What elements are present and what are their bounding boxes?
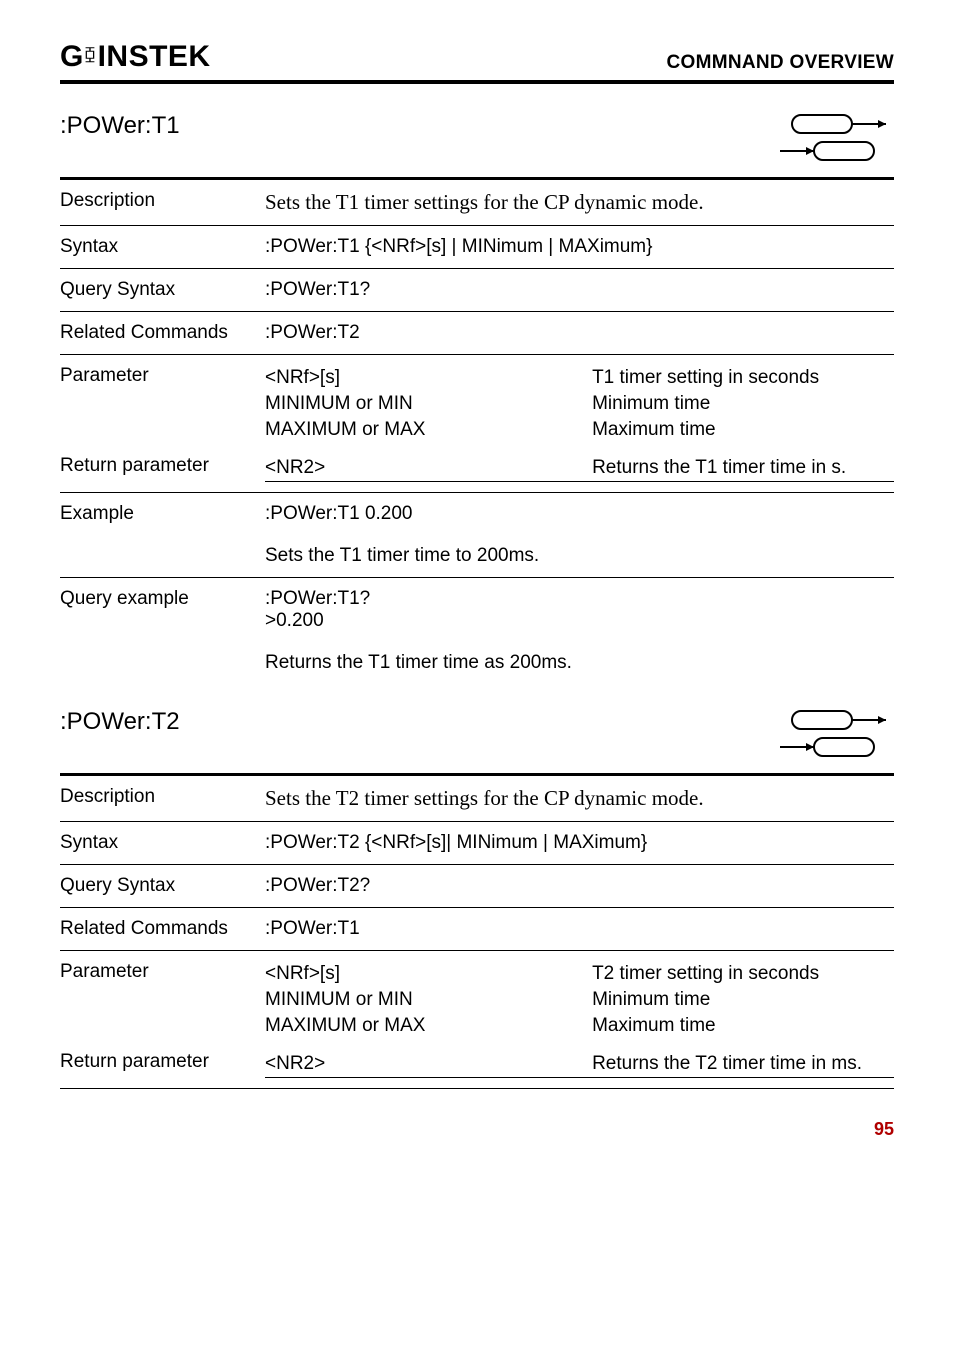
row-value: :POWer:T2 {<NRf>[s]| MINimum | MAXimum} (265, 822, 894, 865)
row-label: Description (60, 179, 265, 226)
syntax-diagram-icon (265, 112, 894, 179)
row-label: Return parameter (60, 1049, 265, 1089)
row-value: Sets the T2 timer settings for the CP dy… (265, 775, 894, 822)
param-key: MINIMUM or MIN (265, 391, 592, 417)
row-label: Related Commands (60, 908, 265, 951)
row-label: Query Syntax (60, 269, 265, 312)
param-desc: Maximum time (592, 417, 894, 443)
page-header: G⧮INSTEK COMMNAND OVERVIEW (60, 40, 894, 84)
logo-text-right: INSTEK (98, 40, 211, 74)
logo-text-left: G (60, 40, 84, 74)
row-value: :POWer:T2 (265, 312, 894, 355)
param-key: MAXIMUM or MAX (265, 1013, 592, 1039)
row-label: Query example (60, 578, 265, 643)
section-title: COMMNAND OVERVIEW (667, 52, 894, 74)
command-name: :POWer:T2 (60, 708, 265, 775)
row-value: :POWer:T1 0.200 (265, 493, 894, 536)
logo-symbol: ⧮ (85, 46, 96, 64)
command-name: :POWer:T1 (60, 112, 265, 179)
row-value: :POWer:T1 {<NRf>[s] | MINimum | MAXimum} (265, 226, 894, 269)
page-number: 95 (60, 1119, 894, 1140)
row-label: Syntax (60, 822, 265, 865)
param-key: <NRf>[s] (265, 961, 592, 987)
row-label: Description (60, 775, 265, 822)
row-value: :POWer:T2? (265, 865, 894, 908)
row-value: :POWer:T1 (265, 908, 894, 951)
return-table: <NR2>Returns the T1 timer time in s. (265, 455, 894, 482)
param-desc: T2 timer setting in seconds (592, 961, 894, 987)
command-block-power-t2: :POWer:T2 Description Sets the T2 timer … (60, 708, 894, 1089)
row-value: :POWer:T1? (265, 269, 894, 312)
parameter-table: <NRf>[s]T2 timer setting in seconds MINI… (265, 961, 894, 1039)
command-block-power-t1: :POWer:T1 Description Sets the T1 timer … (60, 112, 894, 684)
syntax-diagram-icon (265, 708, 894, 775)
row-label: Query Syntax (60, 865, 265, 908)
row-label: Parameter (60, 951, 265, 1050)
query-example-line: >0.200 (265, 610, 894, 632)
return-table: <NR2>Returns the T2 timer time in ms. (265, 1051, 894, 1078)
row-label: Parameter (60, 355, 265, 454)
parameter-table: <NRf>[s]T1 timer setting in seconds MINI… (265, 365, 894, 443)
row-label: Related Commands (60, 312, 265, 355)
query-example-line: :POWer:T1? (265, 588, 894, 610)
return-desc: Returns the T1 timer time in s. (592, 455, 894, 482)
param-desc: Minimum time (592, 391, 894, 417)
param-desc: Maximum time (592, 1013, 894, 1039)
row-label: Return parameter (60, 453, 265, 493)
param-desc: Minimum time (592, 987, 894, 1013)
query-example-note: Returns the T1 timer time as 200ms. (265, 642, 894, 684)
param-key: MINIMUM or MIN (265, 987, 592, 1013)
example-note: Sets the T1 timer time to 200ms. (265, 535, 894, 578)
return-key: <NR2> (265, 455, 592, 482)
brand-logo: G⧮INSTEK (60, 40, 211, 74)
param-desc: T1 timer setting in seconds (592, 365, 894, 391)
row-label: Example (60, 493, 265, 536)
param-key: <NRf>[s] (265, 365, 592, 391)
return-key: <NR2> (265, 1051, 592, 1078)
param-key: MAXIMUM or MAX (265, 417, 592, 443)
row-value: Sets the T1 timer settings for the CP dy… (265, 179, 894, 226)
return-desc: Returns the T2 timer time in ms. (592, 1051, 894, 1078)
row-label: Syntax (60, 226, 265, 269)
